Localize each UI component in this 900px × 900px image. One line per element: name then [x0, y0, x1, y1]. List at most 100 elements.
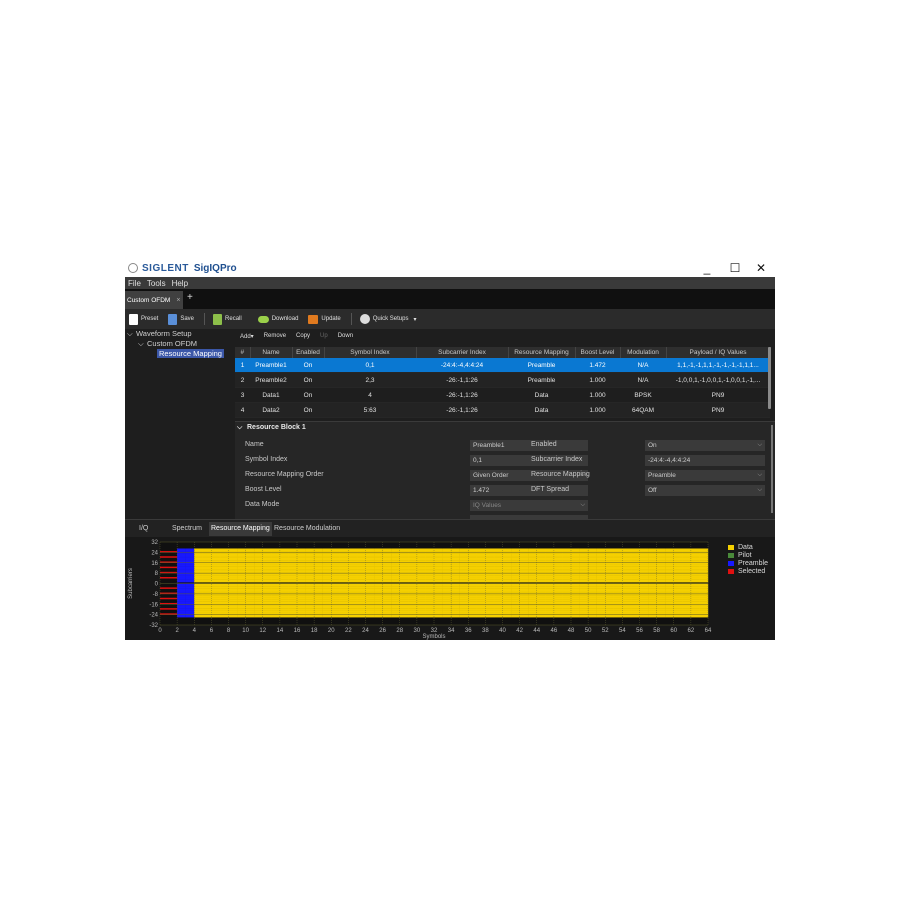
tree-item-resource-mapping[interactable]: Resource Mapping: [157, 349, 224, 358]
enabled-select[interactable]: On ⌵: [645, 440, 765, 451]
minimize-button[interactable]: _: [699, 260, 715, 276]
tab-resource-mapping[interactable]: Resource Mapping: [209, 522, 272, 536]
name-input[interactable]: Preamble1: [470, 440, 588, 451]
resource-cell-data: [553, 606, 563, 609]
resource-cell-data: [279, 570, 289, 573]
enabled-value: On: [648, 442, 657, 449]
resource-cell-data: [219, 586, 229, 588]
resource-cell-data: [588, 578, 597, 580]
resource-cell-data: [322, 596, 332, 598]
resource-cell-data: [416, 596, 426, 598]
quick-setups-button[interactable]: Quick Setups ▾: [359, 314, 416, 324]
resource-cell-data: [348, 584, 358, 587]
resource-cell-data: [493, 575, 503, 578]
resource-mapping-select[interactable]: Preamble ⌵: [645, 470, 765, 481]
update-button[interactable]: Update: [308, 314, 341, 324]
resource-cell-data: [322, 578, 332, 580]
data-mode-select[interactable]: IQ Values ⌵: [470, 500, 588, 511]
tab-iq[interactable]: I/Q: [139, 525, 148, 532]
resource-cell-data: [459, 597, 469, 600]
col-header[interactable]: Boost Level: [575, 347, 621, 358]
x-tick-label: 50: [585, 628, 592, 634]
add-button[interactable]: Add▾: [240, 333, 254, 340]
boost-level-input[interactable]: 1.472: [470, 485, 588, 496]
resource-cell-data: [682, 578, 692, 580]
tree-item-waveform-setup[interactable]: Waveform Setup: [136, 329, 192, 338]
maximize-button[interactable]: ☐: [727, 260, 743, 276]
resource-cell-data: [297, 608, 306, 610]
tree-item-custom-ofdm[interactable]: Custom OFDM: [147, 339, 197, 348]
resource-cell-data: [211, 565, 221, 567]
resource-cell-data: [254, 554, 263, 557]
tab-spectrum[interactable]: Spectrum: [172, 525, 202, 532]
add-tab-button[interactable]: +: [187, 292, 193, 303]
remove-button[interactable]: Remove: [264, 333, 286, 339]
section-collapse-icon[interactable]: ⌵: [237, 424, 242, 432]
resource-cell-data: [562, 556, 572, 558]
col-header[interactable]: Payload / IQ Values: [666, 347, 771, 358]
table-scrollbar[interactable]: [768, 347, 771, 409]
chevron-down-icon: ⌵: [580, 502, 585, 508]
col-header[interactable]: Enabled: [292, 347, 325, 358]
table-cell: PN9: [666, 387, 770, 403]
resource-cell-data: [519, 608, 529, 610]
col-header[interactable]: Symbol Index: [324, 347, 417, 358]
tab-custom-ofdm[interactable]: Custom OFDM ×: [125, 291, 183, 309]
table-row[interactable]: 3 Data1 On 4 -26:-1,1:26 Data 1.000 BPSK…: [235, 387, 770, 403]
close-button[interactable]: ✕: [753, 260, 769, 276]
dft-spread-select[interactable]: Off ⌵: [645, 485, 765, 496]
tree-expand-icon[interactable]: ⌵: [127, 329, 133, 339]
resource-cell-data: [228, 579, 238, 582]
tab-resource-modulation[interactable]: Resource Modulation: [274, 525, 340, 532]
tree-expand-icon[interactable]: ⌵: [138, 339, 144, 349]
resource-cell-data: [553, 558, 563, 561]
resource-cell-data: [408, 601, 418, 604]
recall-button[interactable]: Recall: [213, 313, 242, 325]
col-header[interactable]: Modulation: [620, 347, 667, 358]
resource-cell-data: [459, 567, 469, 570]
resource-cell-data: [536, 549, 546, 552]
menu-tools[interactable]: Tools: [144, 279, 169, 288]
resource-cell-data: [476, 608, 486, 610]
resource-cell-data: [502, 608, 512, 610]
subcarrier-index-input[interactable]: -24:4:-4,4:4:24: [645, 455, 765, 466]
table-cell: Data1: [250, 387, 292, 403]
col-header[interactable]: Resource Mapping: [508, 347, 576, 358]
menu-file[interactable]: File: [125, 279, 144, 288]
table-row[interactable]: 2 Preamble2 On 2,3 -26:-1,1:26 Preamble …: [235, 372, 770, 388]
resource-cell-data: [613, 553, 623, 556]
resource-cell-data: [245, 575, 255, 578]
copy-button[interactable]: Copy: [296, 333, 310, 339]
resource-cell-data: [519, 601, 529, 604]
resource-cell-data: [536, 586, 546, 588]
resource-cell-data: [348, 600, 358, 602]
table-cell: 1.000: [575, 372, 620, 388]
col-header[interactable]: Subcarrier Index: [416, 347, 509, 358]
save-button[interactable]: Save: [168, 313, 194, 325]
resource-cell-data: [314, 554, 323, 557]
resource-cell-data: [656, 597, 666, 600]
resource-cell-data: [288, 553, 298, 556]
resource-cell-data: [605, 597, 615, 600]
resource-cell-data: [279, 609, 289, 611]
resource-cell-data: [648, 575, 657, 578]
table-row[interactable]: 4 Data2 On 5:63 -26:-1,1:26 Data 1.000 6…: [235, 402, 770, 418]
resource-cell-data: [622, 565, 632, 567]
resource-cell-data: [382, 560, 392, 562]
resource-cell-data: [399, 612, 409, 614]
menu-help[interactable]: Help: [169, 279, 191, 288]
resource-cell-data: [596, 569, 606, 571]
resource-cell-data: [211, 579, 221, 582]
resource-cell-data: [485, 595, 495, 597]
col-header[interactable]: #: [235, 347, 251, 358]
properties-scrollbar[interactable]: [771, 425, 773, 513]
resource-cell-data: [374, 586, 383, 588]
table-row[interactable]: 1 Preamble1 On 0,1 -24:4:-4,4:4:24 Pream…: [235, 358, 770, 373]
up-button[interactable]: Up: [320, 333, 328, 339]
download-button[interactable]: Download: [257, 315, 298, 323]
preset-button[interactable]: Preset: [129, 313, 158, 325]
tab-close-icon[interactable]: ×: [176, 297, 180, 304]
quick-setups-caret[interactable]: ▾: [413, 316, 416, 323]
col-header[interactable]: Name: [250, 347, 293, 358]
down-button[interactable]: Down: [338, 333, 353, 339]
